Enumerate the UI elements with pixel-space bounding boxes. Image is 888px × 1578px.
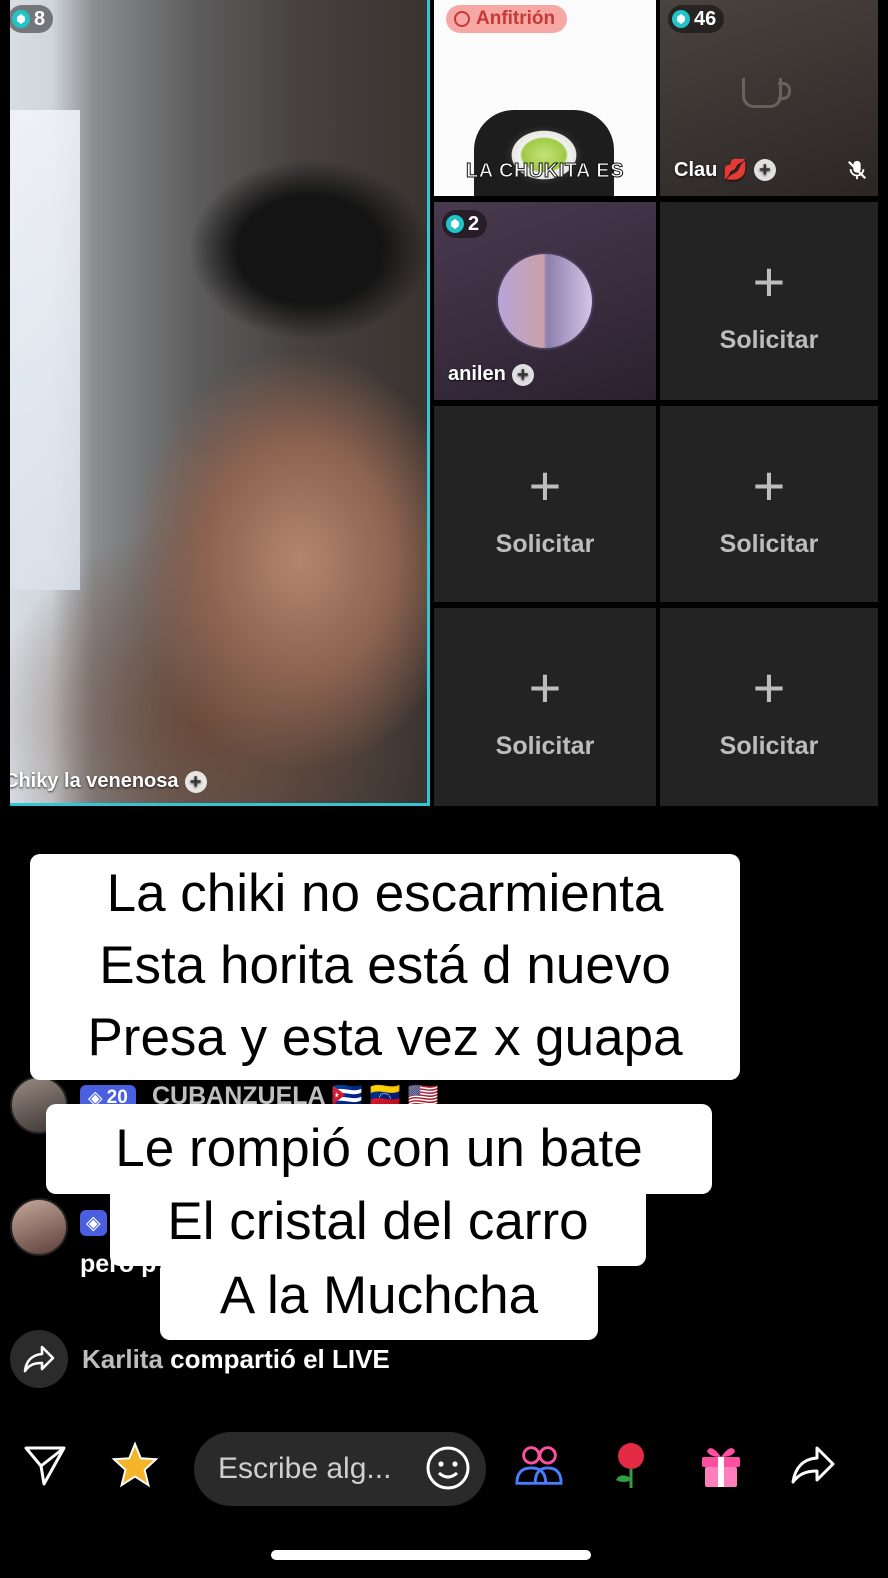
send-icon[interactable] xyxy=(20,1440,70,1490)
caption-line: La chiki no escarmienta xyxy=(106,864,664,923)
caption-line-2c: A la Muchcha xyxy=(160,1260,598,1340)
avatar xyxy=(496,252,594,350)
request-label: Solicitar xyxy=(719,326,819,354)
request-slot[interactable]: + Solicitar xyxy=(660,406,878,602)
guests-icon[interactable] xyxy=(514,1440,564,1490)
share-notice-icon xyxy=(10,1330,68,1388)
request-label: Solicitar xyxy=(719,732,819,760)
gem-icon xyxy=(12,10,30,28)
coffee-cup-icon xyxy=(742,78,791,108)
caption-line-2b: El cristal del carro xyxy=(110,1184,646,1266)
request-label: Solicitar xyxy=(719,530,819,558)
request-slot[interactable]: + Solicitar xyxy=(660,202,878,400)
level-badge: ◈ xyxy=(80,1210,107,1236)
share-text: Karlita compartió el LIVE xyxy=(82,1344,390,1375)
caption-line-2a: Le rompió con un bate xyxy=(46,1104,712,1194)
background-window xyxy=(10,110,80,590)
request-slot[interactable]: + Solicitar xyxy=(660,608,878,806)
guest-name-label: Clau 💋 xyxy=(674,159,748,181)
comment-input[interactable] xyxy=(218,1432,418,1506)
guest-badge: 46 xyxy=(668,5,725,33)
follow-plus-icon[interactable]: + xyxy=(511,363,534,386)
request-label: Solicitar xyxy=(495,732,595,760)
rose-gift-icon[interactable] xyxy=(606,1440,656,1490)
request-label: Solicitar xyxy=(495,530,595,558)
comment-box[interactable] xyxy=(194,1432,486,1506)
share-icon[interactable] xyxy=(788,1440,838,1490)
guest-count: 46 xyxy=(694,7,717,30)
gem-icon xyxy=(672,10,690,28)
guest-tile-clau[interactable]: 46 Clau 💋 + xyxy=(660,0,878,196)
plus-icon: + xyxy=(752,250,786,313)
follow-plus-icon[interactable]: + xyxy=(184,770,207,793)
host-label: Anfitrión xyxy=(476,8,556,29)
plus-icon: + xyxy=(528,454,562,517)
caption-line: Presa y esta vez x guapa xyxy=(87,1008,683,1067)
plus-icon: + xyxy=(528,656,562,719)
share-notification: Karlita compartió el LIVE xyxy=(10,1330,390,1388)
share-action: compartió el LIVE xyxy=(170,1343,390,1374)
plus-icon: + xyxy=(752,454,786,517)
guest-name: anilen + xyxy=(448,363,534,386)
guest-name-label: anilen xyxy=(448,363,506,385)
share-user[interactable]: Karlita xyxy=(82,1344,163,1374)
gift-icon[interactable] xyxy=(696,1440,746,1490)
star-icon[interactable] xyxy=(110,1440,160,1490)
guest-badge: 2 xyxy=(442,210,488,238)
streamer-name: Chiky la venenosa + xyxy=(10,770,207,793)
sushi-image xyxy=(474,110,614,196)
host-icon xyxy=(454,11,470,27)
host-tile[interactable]: Anfitrión LA CHUKITA ES xyxy=(434,0,656,196)
mic-off-icon xyxy=(847,160,867,180)
gem-icon xyxy=(446,215,464,233)
guest-name: Clau 💋 + xyxy=(674,157,776,182)
caption-line: Esta horita está d nuevo xyxy=(99,936,671,995)
guest-tile-anilen[interactable]: 2 anilen + xyxy=(434,202,656,400)
follow-plus-icon[interactable]: + xyxy=(753,158,776,181)
diamond-icon: ◈ xyxy=(86,1212,101,1234)
host-overlay-text: LA CHUKITA ES xyxy=(466,160,624,183)
viewer-count: 8 xyxy=(34,7,46,30)
home-indicator[interactable] xyxy=(271,1550,591,1560)
streamer-name-label: Chiky la venenosa xyxy=(10,770,179,792)
request-slot[interactable]: + Solicitar xyxy=(434,406,656,602)
chat-avatar[interactable] xyxy=(10,1198,68,1256)
guest-count: 2 xyxy=(468,212,480,235)
emoji-icon[interactable] xyxy=(424,1444,472,1492)
viewer-badge: 8 xyxy=(10,5,54,33)
request-slot[interactable]: + Solicitar xyxy=(434,608,656,806)
live-multi-guest-grid: 8 Chiky la venenosa + Anfitrión LA CHUKI… xyxy=(0,0,888,808)
host-pill: Anfitrión xyxy=(446,5,568,33)
main-video-tile[interactable]: 8 Chiky la venenosa + xyxy=(10,0,430,806)
caption-block-1: La chiki no escarmienta Esta horita está… xyxy=(30,854,740,1080)
plus-icon: + xyxy=(752,656,786,719)
